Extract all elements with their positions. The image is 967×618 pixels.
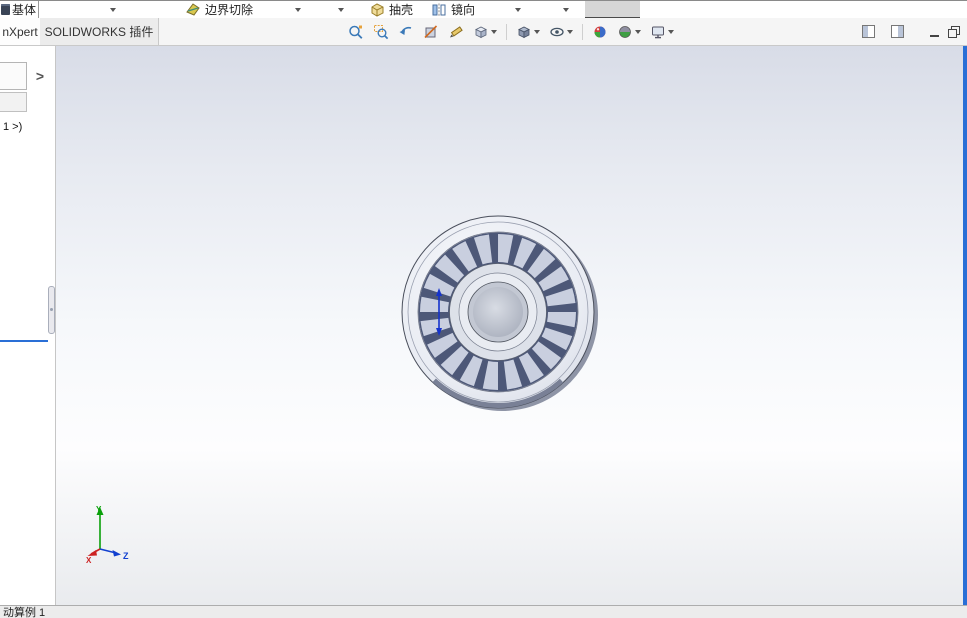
reference-triad[interactable]: Y X Z	[86, 504, 136, 564]
base-feature-icon	[1, 4, 10, 15]
dropdown-caret-icon[interactable]	[515, 8, 521, 12]
property-manager-tab[interactable]	[0, 92, 27, 112]
feature-manager-panel: > 1 >)	[0, 46, 56, 605]
dropdown-caret-icon[interactable]	[534, 29, 540, 34]
mirror-label: 镜向	[451, 3, 476, 17]
dropdown-caret-icon[interactable]	[635, 29, 641, 34]
dropdown-caret-icon[interactable]	[295, 8, 301, 12]
separator	[582, 23, 583, 40]
model-center-bore	[473, 287, 523, 337]
triad-z-label: Z	[123, 551, 129, 561]
zoom-to-fit-button[interactable]	[348, 24, 364, 40]
separator	[506, 23, 507, 40]
toolbar-blank-button[interactable]	[585, 1, 640, 19]
solidworks-window: 基体 边界切除 抽壳 镜向 nXpert SOLIDWORKS 插件 > 1 >…	[0, 0, 967, 618]
model-turbine-wheel[interactable]	[398, 212, 598, 412]
dropdown-caret-icon[interactable]	[110, 8, 116, 12]
zoom-to-fit-icon	[349, 25, 363, 39]
boundary-cut-label: 边界切除	[205, 3, 254, 17]
apply-scene-icon	[619, 25, 631, 38]
expand-panel-button[interactable]: >	[31, 66, 49, 86]
mirror-button[interactable]: 镜向	[431, 1, 475, 18]
tab-solidworks-addins[interactable]: SOLIDWORKS 插件	[40, 18, 159, 45]
view-settings-icon	[652, 26, 664, 38]
dropdown-caret-icon[interactable]	[567, 29, 573, 34]
commandmanager-tab-row: nXpert SOLIDWORKS 插件	[0, 18, 967, 46]
tab-dimxpert-label: nXpert	[2, 24, 38, 39]
pane-toggles	[862, 25, 904, 38]
feature-tree-tab[interactable]	[0, 62, 27, 90]
graphics-area[interactable]: Y X Z	[56, 46, 967, 605]
view-orientation-icon	[475, 26, 487, 38]
hide-show-items-icon	[550, 27, 564, 36]
hide-show-items-button[interactable]	[549, 24, 573, 40]
shell-button[interactable]: 抽壳	[370, 1, 413, 18]
feature-tree-item[interactable]: 1 >)	[3, 121, 22, 133]
previous-view-icon	[399, 26, 412, 35]
command-toolbar: 基体 边界切除 抽壳 镜向	[0, 0, 967, 19]
display-style-icon	[518, 26, 530, 38]
mirror-icon	[432, 3, 446, 16]
document-window-controls	[930, 24, 960, 39]
minimize-icon[interactable]	[930, 34, 939, 37]
shell-icon	[371, 3, 384, 17]
triad-x-label: X	[86, 556, 92, 564]
shell-label: 抽壳	[389, 3, 414, 17]
display-style-button[interactable]	[516, 24, 540, 40]
triad-y-label: Y	[96, 505, 102, 514]
edit-appearance-button[interactable]	[592, 24, 608, 40]
base-feature-label: 基体	[12, 3, 37, 17]
right-pane-toggle-icon[interactable]	[891, 25, 904, 38]
status-bar: 动算例 1	[0, 605, 967, 618]
motion-study-tab[interactable]: 动算例 1	[3, 604, 45, 618]
panel-splitter-handle[interactable]	[48, 286, 55, 334]
section-view-icon	[424, 24, 438, 38]
view-orientation-button[interactable]	[473, 24, 497, 40]
zoom-to-area-icon	[374, 24, 389, 39]
edit-appearance-icon	[594, 26, 606, 37]
tab-dimxpert[interactable]: nXpert	[0, 18, 41, 45]
3d-drawing-view-button[interactable]	[448, 24, 464, 40]
boundary-cut-button[interactable]: 边界切除	[186, 1, 253, 18]
previous-view-button[interactable]	[398, 24, 414, 40]
viewport-right-border	[963, 46, 967, 605]
heads-up-view-toolbar	[348, 18, 674, 45]
boundary-cut-icon	[186, 3, 200, 16]
view-settings-button[interactable]	[650, 24, 674, 40]
dropdown-caret-icon[interactable]	[668, 29, 674, 34]
3d-drawing-view-icon	[450, 25, 463, 37]
apply-scene-button[interactable]	[617, 24, 641, 40]
panel-splitter-line	[0, 340, 48, 342]
section-view-button[interactable]	[423, 24, 439, 40]
restore-icon[interactable]	[948, 25, 960, 38]
dropdown-caret-icon[interactable]	[338, 8, 344, 12]
dropdown-caret-icon[interactable]	[563, 8, 569, 12]
zoom-to-area-button[interactable]	[373, 24, 389, 40]
left-pane-toggle-icon[interactable]	[862, 25, 875, 38]
tab-addins-label: SOLIDWORKS 插件	[44, 25, 154, 39]
base-feature-button[interactable]: 基体	[0, 1, 39, 18]
dropdown-caret-icon[interactable]	[491, 29, 497, 34]
